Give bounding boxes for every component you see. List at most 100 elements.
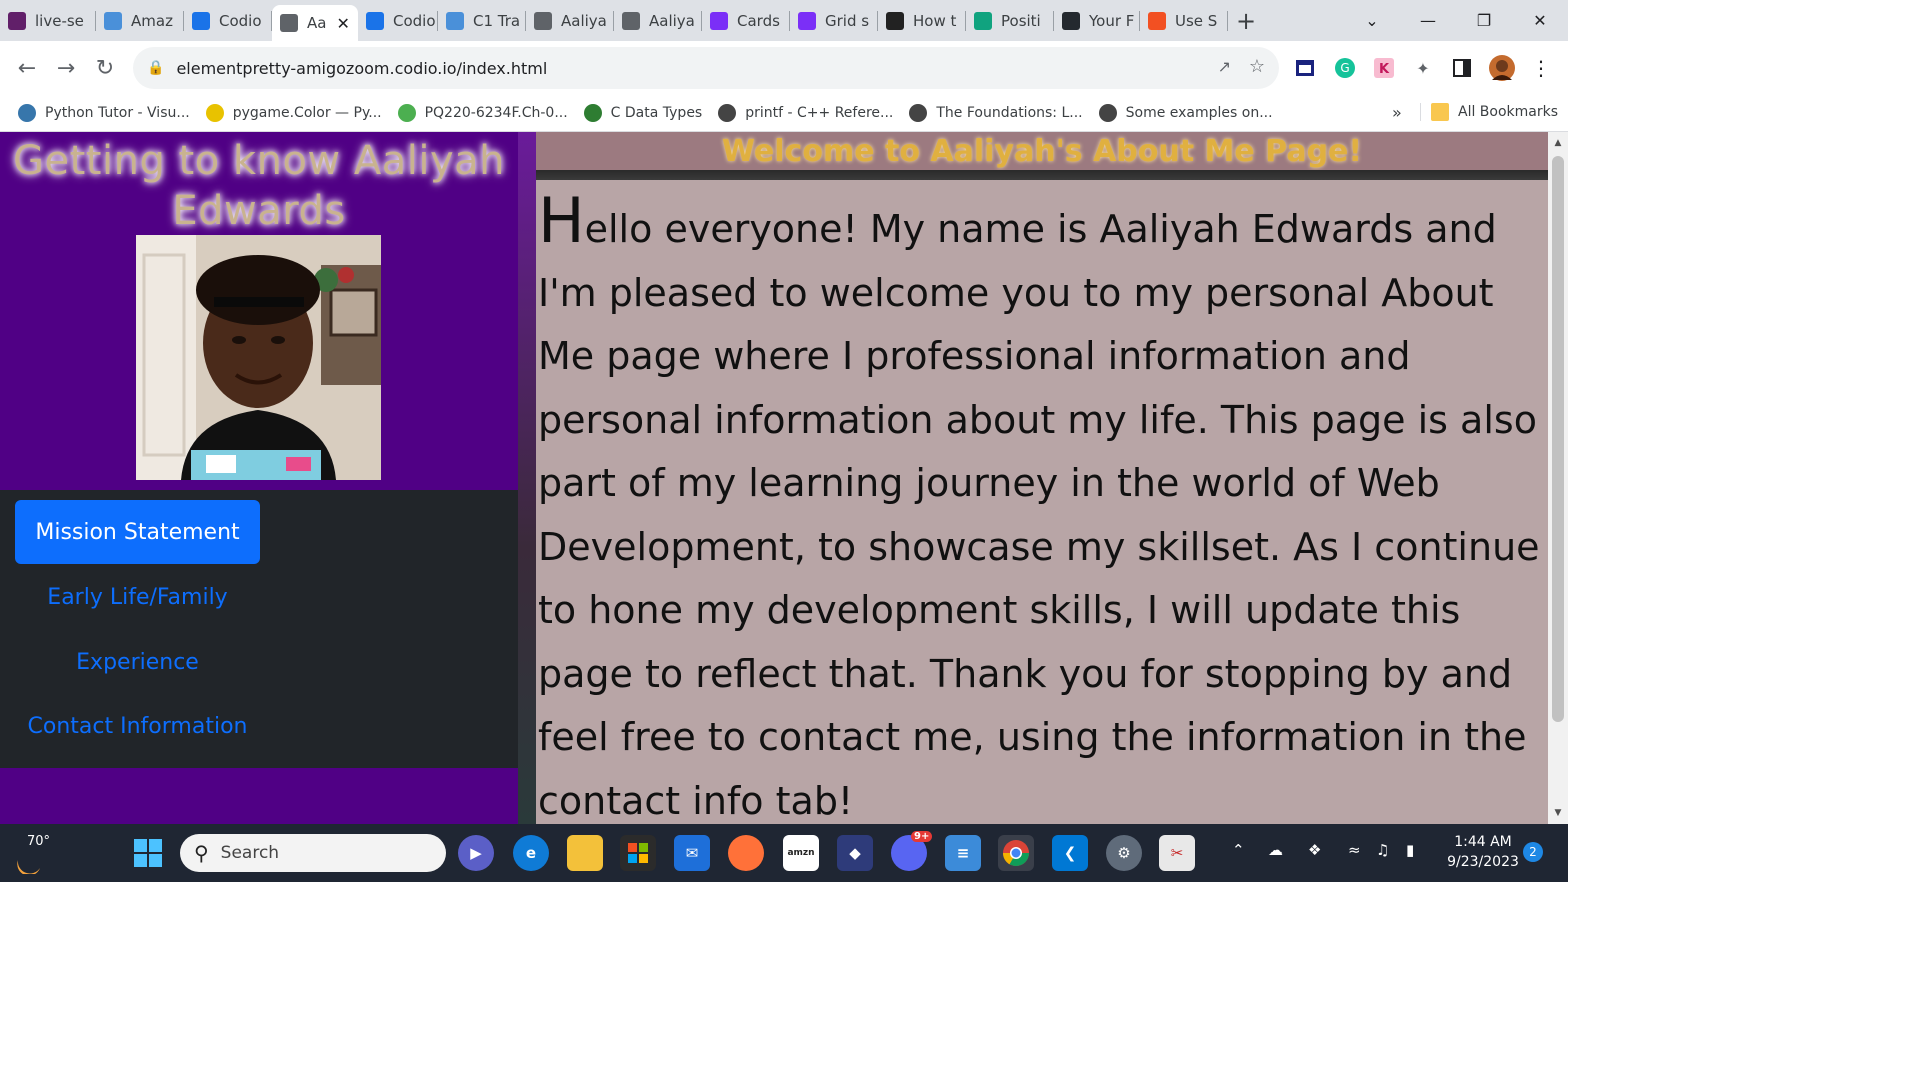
browser-tab[interactable]: How t [878,0,966,41]
bookmark-item[interactable]: C Data Types [576,103,711,122]
bookmark-item[interactable]: pygame.Color — Py... [198,103,390,122]
discord-icon[interactable]: 9+ [891,831,933,871]
vscode-icon[interactable]: ❮ [1052,835,1088,871]
bookmark-star-icon[interactable]: ☆ [1249,56,1265,77]
browser-tab[interactable]: Use S [1140,0,1228,41]
browser-tab[interactable]: Your F [1054,0,1140,41]
extensions-puzzle-icon[interactable]: ✦ [1410,55,1436,81]
bookmark-label: pygame.Color — Py... [232,104,382,121]
tab-label: Positi [1001,11,1041,30]
browser-tab[interactable]: Cards [702,0,790,41]
browser-tab[interactable]: Aaliya [614,0,702,41]
wifi-icon[interactable]: ≈ [1348,841,1361,859]
grammarly-icon[interactable]: G [1332,55,1358,81]
store-icon[interactable] [620,835,656,871]
column-divider [518,132,536,824]
all-bookmarks-label: All Bookmarks [1458,104,1559,120]
browser-tab[interactable]: Grid s [790,0,878,41]
url-text: elementpretty-amigozoom.codio.io/index.h… [176,58,548,78]
bookmark-item[interactable]: Some examples on... [1091,103,1281,122]
scroll-thumb[interactable] [1552,156,1564,722]
close-window-button[interactable]: ✕ [1512,0,1568,41]
back-arrow-icon[interactable]: ← [8,49,46,87]
extension-calendar-icon[interactable] [1292,55,1318,81]
amazon-icon[interactable]: amzn [783,835,819,871]
globe-icon [280,14,298,32]
profile-avatar[interactable] [1489,55,1515,81]
chatgpt-icon [974,11,992,30]
browser-tab[interactable]: Codio [184,0,272,41]
browser-tab[interactable]: live-se [0,0,96,41]
k-extension-icon[interactable]: K [1371,55,1397,81]
chrome-icon[interactable] [998,835,1034,871]
dots-icon [104,11,122,30]
all-bookmarks-button[interactable]: All Bookmarks [1420,103,1566,121]
settings-gear-icon[interactable]: ⚙ [1106,835,1142,871]
browser-tab[interactable]: Aaliya [526,0,614,41]
teams-icon[interactable]: ▶ [458,835,494,871]
page-scrollbar[interactable]: ▲ ▼ [1548,132,1568,824]
reload-icon[interactable]: ↻ [86,49,124,87]
edge-icon[interactable]: e [513,835,549,871]
folder-icon [1431,103,1449,121]
dropbox-icon[interactable]: ❖ [1308,841,1321,859]
taskbar-search[interactable]: ⚲ Search [180,834,446,872]
bookmarks-overflow-button[interactable]: » [1392,103,1402,122]
minimize-button[interactable]: — [1400,0,1456,41]
new-tab-button[interactable]: + [1228,0,1264,41]
address-bar[interactable]: 🔒 elementpretty-amigozoom.codio.io/index… [133,47,1279,89]
snipping-tool-icon[interactable]: ✂ [1159,835,1195,871]
menu-kebab-icon[interactable]: ⋮ [1528,55,1554,81]
scroll-up-arrow-icon[interactable]: ▲ [1548,134,1568,152]
side-panel-icon[interactable] [1449,55,1475,81]
tab-label: Use S [1175,11,1218,30]
bootstrap-icon [798,11,816,30]
codio-icon [366,11,384,30]
restore-button[interactable]: ❐ [1456,0,1512,41]
nav-experience[interactable]: Experience [15,630,260,694]
system-clock[interactable]: 1:44 AM 9/23/2023 [1444,832,1522,872]
intro-dropcap: H [538,184,585,257]
notepad-icon[interactable]: ≡ [945,835,981,871]
svg-text:G: G [1340,61,1349,75]
clock-date: 9/23/2023 [1447,854,1519,870]
welcome-heading: Welcome to Aaliyah's About Me Page! [721,133,1363,169]
share-icon[interactable]: ↗ [1218,57,1231,76]
bookmark-item[interactable]: The Foundations: L... [901,103,1090,122]
battery-icon[interactable]: ▮ [1406,841,1414,859]
bing-icon[interactable]: ◆ [837,835,873,871]
browser-tab[interactable]: Amaz [96,0,184,41]
bookmark-label: PQ220-6234F.Ch-0... [424,104,568,121]
onedrive-cloud-icon[interactable]: ☁ [1268,841,1283,859]
show-hidden-icons-chevron-icon[interactable]: ⌃ [1232,841,1245,859]
welcome-banner: Welcome to Aaliyah's About Me Page! [536,132,1548,170]
tab-label: Aa [307,14,327,32]
file-explorer-icon[interactable] [567,835,603,871]
mail-icon[interactable]: ✉ [674,835,710,871]
bookmark-item[interactable]: PQ220-6234F.Ch-0... [390,103,576,122]
bookmark-item[interactable]: printf - C++ Refere... [710,103,901,122]
close-tab-icon[interactable]: ✕ [336,14,349,33]
tab-label: Your F [1089,11,1135,30]
forward-arrow-icon[interactable]: → [47,49,85,87]
bookmark-item[interactable]: Python Tutor - Visu... [10,103,198,122]
code-icon [886,11,904,30]
scroll-down-arrow-icon[interactable]: ▼ [1548,804,1568,822]
weather-widget[interactable]: 70° [10,828,70,878]
browser-tab[interactable]: Positi [966,0,1054,41]
nav-mission-statement[interactable]: Mission Statement [15,500,260,564]
tab-search-icon[interactable]: ⌄ [1344,0,1400,41]
volume-icon[interactable]: ♫ [1376,841,1389,859]
notification-badge[interactable]: 2 [1523,842,1543,862]
svg-text:K: K [1379,62,1390,77]
intro-text: ello everyone! My name is Aaliyah Edward… [538,207,1540,823]
nav-contact-information[interactable]: Contact Information [15,694,260,758]
intro-section: Hello everyone! My name is Aaliyah Edwar… [536,180,1548,824]
nav-early-life-family[interactable]: Early Life/Family [15,565,260,629]
browser-tab[interactable]: Aa ✕ [272,5,358,41]
start-button[interactable] [130,835,166,871]
browser-tab[interactable]: C1 Tra [438,0,526,41]
bookmark-label: printf - C++ Refere... [745,104,894,121]
firefox-icon[interactable] [728,835,764,871]
browser-tab[interactable]: Codio [358,0,438,41]
